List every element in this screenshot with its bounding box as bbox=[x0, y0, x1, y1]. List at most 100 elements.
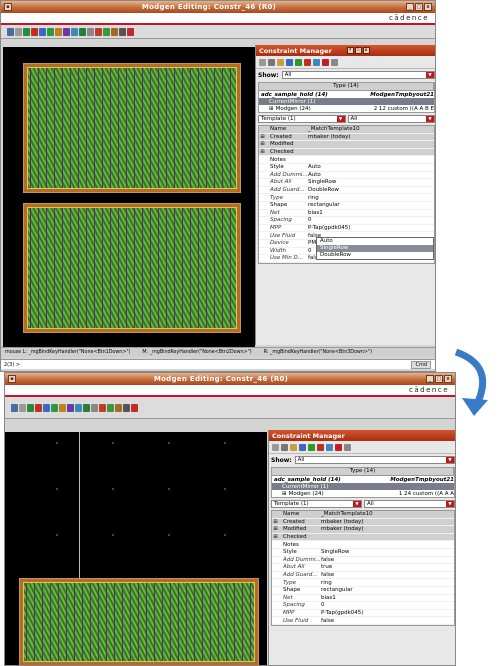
delete-icon[interactable] bbox=[35, 403, 42, 412]
help-icon[interactable]: ? bbox=[346, 47, 354, 54]
expand-icon[interactable]: ⊞ bbox=[261, 106, 274, 112]
filter-icon[interactable] bbox=[286, 58, 293, 66]
property-row[interactable]: Shape rectangular bbox=[272, 587, 454, 595]
cols-icon[interactable] bbox=[91, 403, 98, 412]
route-icon[interactable] bbox=[75, 403, 82, 412]
property-row[interactable]: Add Guard... DoubleRow bbox=[259, 187, 434, 195]
pattern-icon[interactable] bbox=[59, 403, 66, 412]
grid-icon[interactable] bbox=[67, 403, 74, 412]
property-row[interactable]: ⊞ Created mbaker (today) bbox=[259, 133, 434, 142]
new-constraint-icon[interactable] bbox=[272, 443, 279, 451]
property-row[interactable]: MPP P-Tap(gpdk045) bbox=[259, 225, 434, 233]
property-row[interactable]: ⊞ Checked bbox=[259, 148, 434, 157]
property-row[interactable]: Type ring bbox=[272, 579, 454, 587]
property-row[interactable]: Shape rectangular bbox=[259, 202, 434, 210]
cmd-button[interactable]: Cmd bbox=[411, 360, 431, 369]
layout-canvas[interactable] bbox=[3, 47, 255, 347]
minimize-icon[interactable]: _ bbox=[426, 375, 434, 383]
save-icon[interactable] bbox=[11, 403, 18, 412]
property-value[interactable]: mbaker (today) bbox=[321, 526, 454, 532]
window-menu-icon[interactable]: ▪ bbox=[8, 375, 16, 383]
delete-constraint-icon[interactable] bbox=[335, 443, 342, 451]
folder-icon[interactable] bbox=[277, 58, 284, 66]
property-value[interactable]: true bbox=[321, 564, 454, 570]
close-icon[interactable]: x bbox=[424, 3, 432, 11]
abut-icon[interactable] bbox=[115, 403, 122, 412]
move-icon[interactable] bbox=[43, 403, 50, 412]
style-option[interactable]: Auto bbox=[317, 238, 433, 245]
dummy-icon[interactable] bbox=[103, 27, 110, 36]
window-menu-icon[interactable]: ▪ bbox=[4, 3, 12, 11]
style-option-highlighted[interactable]: SingleRow bbox=[317, 245, 433, 252]
tree-row[interactable]: ⊞ Modgen (24) 2 12 custom ((A A B E bbox=[259, 105, 434, 112]
template-dropdown[interactable]: Template (1) bbox=[271, 500, 362, 508]
property-row[interactable]: ⊞ Modified bbox=[259, 141, 434, 149]
expand-icon[interactable]: ⊞ bbox=[274, 491, 287, 497]
tree-row[interactable]: CurrentMirror (1) bbox=[272, 483, 454, 490]
style-option[interactable]: DoubleRow bbox=[317, 252, 433, 259]
move-icon[interactable] bbox=[39, 27, 46, 36]
undo-icon[interactable] bbox=[19, 403, 26, 412]
guard-ring-icon[interactable] bbox=[95, 27, 102, 36]
property-value[interactable]: bias1 bbox=[321, 595, 454, 601]
template-dropdown[interactable]: Template (1) bbox=[258, 115, 346, 123]
template-filter-dropdown[interactable]: All bbox=[364, 500, 455, 508]
property-row[interactable]: Spacing 0 bbox=[259, 217, 434, 225]
abut-icon[interactable] bbox=[111, 27, 118, 36]
stop-icon[interactable] bbox=[131, 403, 138, 412]
delete-constraint-icon[interactable] bbox=[322, 58, 329, 66]
property-value[interactable]: SingleRow bbox=[321, 549, 454, 555]
property-value[interactable]: _MatchTemplate10 bbox=[321, 511, 454, 517]
rows-icon[interactable] bbox=[79, 27, 86, 36]
grid-icon[interactable] bbox=[63, 27, 70, 36]
window-titlebar[interactable]: ▪ Modgen Editing: Constr_46 (R0) _ □ x bbox=[1, 1, 435, 13]
property-row[interactable]: MPP P-Tap(gpdk045) bbox=[272, 610, 454, 618]
filter-icon[interactable] bbox=[299, 443, 306, 451]
property-row[interactable]: Add Dummi... Auto bbox=[259, 172, 434, 180]
property-value[interactable]: SingleRow bbox=[308, 179, 434, 185]
maximize-icon[interactable]: □ bbox=[435, 375, 443, 383]
property-row[interactable]: Notes bbox=[272, 541, 454, 549]
show-dropdown[interactable]: All bbox=[281, 71, 435, 79]
property-value[interactable]: mbaker (today) bbox=[308, 134, 434, 140]
route-icon[interactable] bbox=[71, 27, 78, 36]
property-value[interactable]: mbaker (today) bbox=[321, 519, 454, 525]
property-value[interactable]: P-Tap(gpdk045) bbox=[321, 610, 454, 616]
align-icon[interactable] bbox=[51, 403, 58, 412]
settings-icon[interactable] bbox=[119, 27, 126, 36]
property-row[interactable]: Net bias1 bbox=[259, 210, 434, 218]
property-row[interactable]: Spacing 0 bbox=[272, 602, 454, 610]
tree-row[interactable]: adc_sample_hold (14) ModgenTmpbyout21 bbox=[259, 91, 434, 98]
list-icon[interactable] bbox=[281, 443, 288, 451]
tree-row[interactable]: CurrentMirror (1) bbox=[259, 98, 434, 105]
list-icon[interactable] bbox=[268, 58, 275, 66]
dummy-icon[interactable] bbox=[107, 403, 114, 412]
guard-ring-icon[interactable] bbox=[99, 403, 106, 412]
stop-icon[interactable] bbox=[127, 27, 134, 36]
property-value[interactable]: false bbox=[321, 618, 454, 624]
property-row[interactable]: ⊞ Modified mbaker (today) bbox=[272, 526, 454, 534]
property-row[interactable]: Abut All SingleRow bbox=[259, 179, 434, 187]
update-icon[interactable] bbox=[313, 58, 320, 66]
undo-icon[interactable] bbox=[15, 27, 22, 36]
cols-icon[interactable] bbox=[87, 27, 94, 36]
new-constraint-icon[interactable] bbox=[259, 58, 266, 66]
show-dropdown[interactable]: All bbox=[294, 456, 455, 464]
device-array-top[interactable] bbox=[23, 63, 241, 193]
property-value[interactable]: false bbox=[321, 572, 454, 578]
swap-icon[interactable] bbox=[23, 27, 30, 36]
property-row[interactable]: Add Guard... false bbox=[272, 572, 454, 580]
property-row[interactable]: Style Auto bbox=[259, 164, 434, 172]
property-row[interactable]: ⊞ Created mbaker (today) bbox=[272, 518, 454, 527]
command-line[interactable]: 2(3) > Cmd bbox=[1, 359, 435, 369]
property-row[interactable]: Add Dummi... false bbox=[272, 557, 454, 565]
save-icon[interactable] bbox=[7, 27, 14, 36]
property-value[interactable]: ring bbox=[308, 195, 434, 201]
property-row[interactable]: Name _MatchTemplate10 bbox=[259, 126, 434, 134]
float-icon[interactable]: ▫ bbox=[354, 47, 362, 54]
property-value[interactable]: 0 bbox=[308, 217, 434, 223]
tree-row[interactable]: adc_sample_hold (14) ModgenTmpbyout21 bbox=[272, 476, 454, 483]
delete-icon[interactable] bbox=[31, 27, 38, 36]
property-value[interactable]: Auto bbox=[308, 172, 434, 178]
rows-icon[interactable] bbox=[83, 403, 90, 412]
